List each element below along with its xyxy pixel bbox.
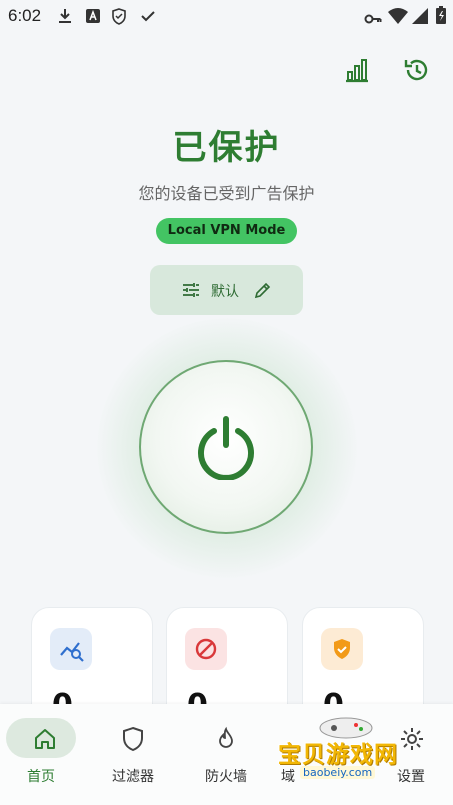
bar-chart-icon: [343, 59, 371, 88]
nav-label: 过滤器: [112, 769, 154, 785]
key-icon: [364, 10, 382, 29]
mode-badge: Local VPN Mode: [156, 218, 297, 244]
sliders-icon: [182, 281, 200, 303]
power-toggle-button[interactable]: [139, 360, 313, 534]
status-time: 6:02: [8, 6, 42, 25]
download-icon: [57, 8, 73, 28]
stats-button[interactable]: [343, 56, 373, 86]
shield-icon: [111, 8, 127, 29]
chart-search-icon: [50, 628, 92, 670]
home-icon: [32, 726, 58, 756]
shield-outline-icon: [120, 726, 146, 756]
profile-label: 默认: [211, 284, 239, 300]
nav-item-filters[interactable]: 过滤器: [88, 704, 178, 804]
watermark: 宝贝游戏网 baobeiy.com: [276, 715, 426, 790]
edit-pencil-icon: [254, 281, 272, 303]
fire-icon: [213, 726, 239, 756]
protection-subtitle: 您的设备已受到广告保护: [138, 184, 315, 203]
history-button[interactable]: [403, 56, 433, 86]
font-a-icon: [85, 8, 101, 28]
history-icon: [403, 59, 431, 88]
nav-label: 防火墙: [205, 769, 247, 785]
nav-label: 首页: [27, 769, 55, 785]
nav-item-firewall[interactable]: 防火墙: [181, 704, 271, 804]
shield-check-icon: [321, 628, 363, 670]
page-title: 已保护: [172, 128, 281, 168]
wifi-icon: [388, 8, 408, 28]
signal-icon: [412, 8, 428, 28]
battery-icon: [436, 6, 446, 28]
status-bar: 6:02: [0, 0, 453, 32]
profile-selector-button[interactable]: 默认: [150, 265, 303, 315]
nav-item-home[interactable]: 首页: [0, 704, 90, 804]
watermark-text: 宝贝游戏网: [278, 742, 398, 768]
check-icon: [140, 8, 156, 28]
block-icon: [185, 628, 227, 670]
watermark-url: baobeiy.com: [300, 766, 376, 779]
